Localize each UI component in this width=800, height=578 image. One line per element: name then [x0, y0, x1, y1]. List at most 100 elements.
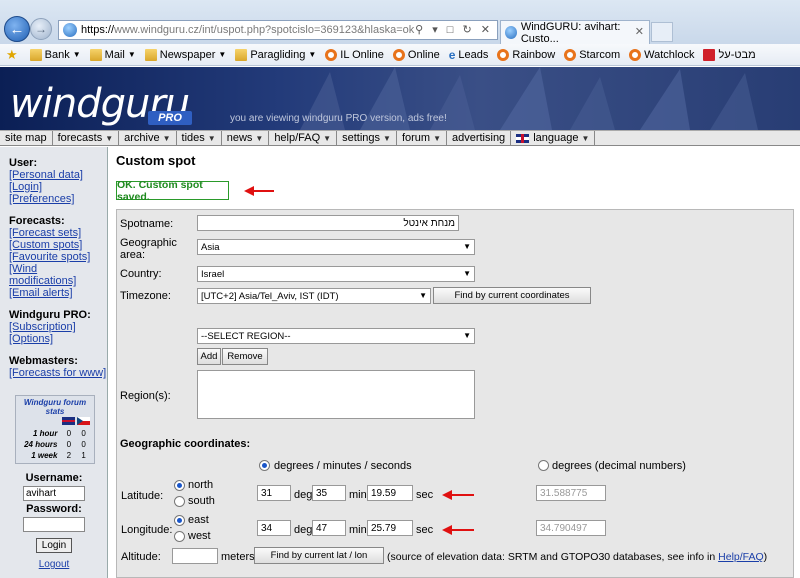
new-tab-button[interactable] [651, 22, 673, 42]
longitude-decimal-input[interactable] [536, 520, 606, 536]
link-personal-data[interactable]: [Personal data] [9, 169, 107, 181]
latitude-sec-unit: sec [416, 489, 434, 501]
link-email-alerts[interactable]: [Email alerts] [9, 287, 107, 299]
longitude-sec-unit: sec [416, 524, 434, 536]
uk-flag-icon [62, 417, 76, 425]
favorite-starcom[interactable]: Starcom [564, 48, 620, 61]
longitude-degrees-input[interactable] [257, 520, 291, 536]
link-wind-modifications[interactable]: [Wind modifications] [9, 263, 107, 287]
link-custom-spots[interactable]: [Custom spots] [9, 239, 107, 251]
region-select[interactable]: --SELECT REGION-- ▼ [197, 328, 475, 344]
longitude-seconds-input[interactable] [367, 520, 413, 536]
favorite-rainbow[interactable]: Rainbow [497, 48, 555, 61]
altitude-label: Altitude: [121, 551, 161, 563]
favorite-mabat-al[interactable]: מבט-על [703, 48, 756, 61]
tab-close-icon[interactable]: ✕ [635, 25, 644, 38]
password-input[interactable] [23, 517, 85, 532]
west-label[interactable]: west [188, 530, 211, 542]
latitude-label: Latitude: [121, 490, 164, 502]
link-subscription[interactable]: [Subscription] [9, 321, 107, 333]
latitude-decimal-input[interactable] [536, 485, 606, 501]
favorite-mail[interactable]: Mail ▼ [89, 48, 136, 61]
help-faq-link[interactable]: Help/FAQ [718, 551, 764, 563]
ring-icon [325, 48, 338, 61]
login-button[interactable]: Login [35, 538, 73, 553]
dropdown-icon[interactable]: ▾ [432, 24, 441, 36]
tab-site-icon [505, 26, 517, 39]
username-label: Username: [25, 472, 83, 484]
favorite-online[interactable]: Online [392, 48, 440, 61]
longitude-deg-unit: deg [294, 524, 313, 536]
search-icon[interactable]: ⚲ [415, 24, 426, 36]
address-bar[interactable]: https://www.windguru.cz/int/uspot.php?sp… [58, 20, 498, 40]
east-label[interactable]: east [188, 514, 209, 526]
menu-news[interactable]: news ▼ [222, 131, 270, 145]
mode-dms-radio[interactable] [259, 460, 270, 471]
country-select[interactable]: Israel ▼ [197, 266, 475, 282]
add-region-button[interactable]: Add [197, 348, 221, 365]
refresh-icon[interactable]: ↻ [463, 24, 475, 36]
browser-tab[interactable]: WindGURU: avihart: Custo... ✕ [500, 20, 650, 45]
regions-list[interactable] [197, 370, 475, 419]
back-button[interactable]: ← [4, 16, 30, 42]
find-by-latlon-button[interactable]: Find by current lat / lon [254, 547, 384, 564]
mode-decimal-radio[interactable] [538, 460, 549, 471]
north-radio[interactable] [174, 480, 185, 491]
link-options[interactable]: [Options] [9, 333, 107, 345]
webmasters-heading: Webmasters: [9, 355, 78, 367]
user-heading: User: [9, 157, 38, 169]
favorite-bank[interactable]: Bank ▼ [29, 48, 81, 61]
link-login[interactable]: [Login] [9, 181, 107, 193]
find-by-coordinates-button[interactable]: Find by current coordinates [433, 287, 591, 304]
latitude-min-unit: min [349, 489, 367, 501]
menu-tides[interactable]: tides ▼ [177, 131, 222, 145]
favorite-newspaper[interactable]: Newspaper ▼ [144, 48, 226, 61]
south-radio[interactable] [174, 496, 185, 507]
latitude-seconds-input[interactable] [367, 485, 413, 501]
area-select[interactable]: Asia ▼ [197, 239, 475, 255]
mode-dms-label[interactable]: degrees / minutes / seconds [274, 460, 412, 472]
menu-help-faq[interactable]: help/FAQ ▼ [269, 131, 338, 145]
remove-region-button[interactable]: Remove [222, 348, 268, 365]
north-label[interactable]: north [188, 479, 213, 491]
link-preferences[interactable]: [Preferences] [9, 193, 107, 205]
close-icon[interactable]: ✕ [481, 24, 493, 36]
longitude-minutes-input[interactable] [312, 520, 346, 536]
link-forecast-sets[interactable]: [Forecast sets] [9, 227, 107, 239]
east-radio[interactable] [174, 515, 185, 526]
caret-icon: ▼ [308, 50, 317, 59]
favorites-star[interactable]: ★ [6, 47, 21, 63]
caret-icon: ▼ [127, 50, 136, 59]
menu-forum[interactable]: forum ▼ [397, 131, 447, 145]
south-label[interactable]: south [188, 495, 215, 507]
favorite-paragliding[interactable]: Paragliding ▼ [235, 48, 317, 61]
browser-toolbar: ← → https://www.windguru.cz/int/uspot.ph… [0, 0, 800, 45]
favorite-watchlock[interactable]: Watchlock [629, 48, 694, 61]
menu-site-map[interactable]: site map [0, 131, 53, 145]
link-favourite-spots[interactable]: [Favourite spots] [9, 251, 107, 263]
longitude-min-unit: min [349, 524, 367, 536]
link-forecasts-for-www[interactable]: [Forecasts for www] [9, 367, 107, 379]
forum-stats-box[interactable]: Windguru forum stats 1 hour 0 0 24 hours 0 0… [15, 395, 95, 464]
logout-link[interactable]: Logout [9, 559, 99, 570]
latitude-minutes-input[interactable] [312, 485, 346, 501]
username-input[interactable] [23, 486, 85, 501]
menu-advertising[interactable]: advertising [447, 131, 512, 145]
menu-forecasts[interactable]: forecasts ▼ [53, 131, 120, 145]
arrow-left-icon [442, 490, 474, 500]
menu-settings[interactable]: settings ▼ [337, 131, 397, 145]
forward-button[interactable]: → [30, 18, 52, 40]
favorite-leads[interactable]: e Leads [449, 48, 489, 62]
timezone-select[interactable]: [UTC+2] Asia/Tel_Aviv, IST (IDT) ▼ [197, 288, 431, 304]
address-tools[interactable]: ⚲ ▾ □ ↻ ✕ [415, 23, 493, 36]
favorite-il-online[interactable]: IL Online [325, 48, 384, 61]
mode-decimal-label[interactable]: degrees (decimal numbers) [552, 460, 686, 472]
menu-archive[interactable]: archive ▼ [119, 131, 177, 145]
lock-icon[interactable]: □ [447, 24, 457, 36]
banner-message: you are viewing windguru PRO version, ad… [230, 113, 447, 124]
menu-language[interactable]: language ▼ [511, 131, 596, 145]
west-radio[interactable] [174, 531, 185, 542]
spotname-input[interactable] [197, 215, 459, 231]
latitude-degrees-input[interactable] [257, 485, 291, 501]
altitude-input[interactable] [172, 548, 218, 564]
